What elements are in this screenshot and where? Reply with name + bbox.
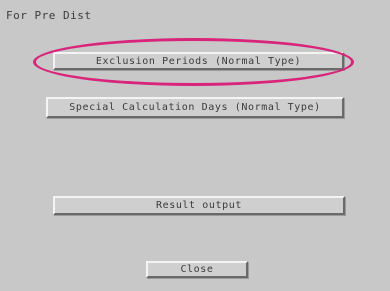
- exclusion-periods-button[interactable]: Exclusion Periods (Normal Type): [53, 52, 344, 70]
- special-calculation-days-button[interactable]: Special Calculation Days (Normal Type): [46, 97, 344, 118]
- window-title: For Pre Dist: [6, 9, 92, 22]
- close-button[interactable]: Close: [146, 261, 248, 278]
- result-output-button[interactable]: Result output: [53, 196, 345, 215]
- dialog-window: For Pre Dist Exclusion Periods (Normal T…: [0, 0, 390, 291]
